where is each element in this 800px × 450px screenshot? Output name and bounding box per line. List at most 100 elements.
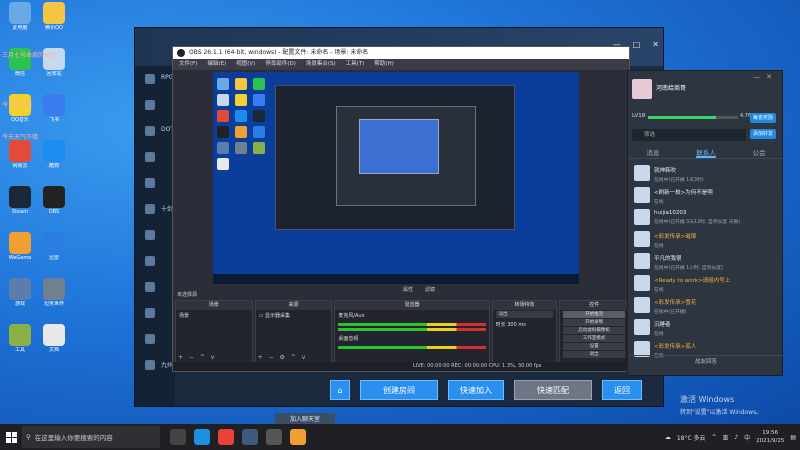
preview-nested-window-3 [359,119,439,174]
sidebar-item-shijian[interactable]: 十剑 [135,196,175,222]
game-icon[interactable] [290,429,306,445]
sources-dock-toolbar[interactable]: + − ⚙ ^ v [258,354,308,361]
preview-app-icon [217,110,229,122]
task-view-icon[interactable] [170,429,186,445]
sidebar-item-4[interactable] [135,144,175,170]
desktop-icon[interactable]: 此电脑 [2,2,38,42]
start-recording-button[interactable]: 开始录制 [563,319,625,326]
clock[interactable]: 19:56 2021/9/25 [756,429,784,445]
exit-button[interactable]: 退出 [563,351,625,358]
settings-button[interactable]: 设置 [563,343,625,350]
obs-menu-item[interactable]: 场景集合(S) [306,59,336,70]
tab-messages[interactable]: 消息 [646,147,659,158]
weather-text[interactable]: 18°C 多云 [677,433,706,442]
ime-indicator[interactable]: 中 [744,433,750,442]
list-item[interactable]: huijia10203 在线中(已开播 3天12时, 自然长度 天数) [628,207,784,229]
duration-input[interactable]: 300 ms [507,322,526,328]
obs-menu-item[interactable]: 停靠部件(D) [265,59,296,70]
studio-mode-button[interactable]: 工作室模式 [563,335,625,342]
list-item[interactable]: <彩发传承>雪花 在线中(已开播) [628,295,784,317]
desktop-icon[interactable]: 飞书 [36,94,72,134]
minimize-icon[interactable]: — [753,73,766,81]
mixer-meter-2[interactable] [338,328,486,331]
sidebar-item-10[interactable] [135,300,175,326]
obs-menu-item[interactable]: 工具(T) [346,59,365,70]
desktop-icon[interactable]: 网易云 [2,140,38,180]
edge-icon[interactable] [194,429,210,445]
obs-window[interactable]: OBS 26.1.1 (64-bit, windows) - 配置文件: 未命名… [172,46,630,372]
start-streaming-button[interactable]: 开始推流 [563,311,625,318]
volume-icon[interactable]: ♪ [734,434,738,441]
search-input[interactable]: 筛选 [632,129,746,141]
desktop-icon[interactable]: 工具 [2,324,38,364]
sidebar-item-2[interactable] [135,92,175,118]
obs-docks: 场景 场景 + − ^ v 来源 ▭ 显示器采集 + − ⚙ ^ v 混音器 麦… [173,300,631,364]
desktop-icon[interactable]: 文档 [36,324,72,364]
close-icon[interactable]: ✕ [652,40,659,49]
sidebar-item-jiuzhou[interactable]: 九州 [135,352,175,378]
source-item[interactable]: ▭ 显示器采集 [256,310,332,321]
desktop-icon[interactable]: 坦克世界 [36,278,72,318]
chevron-up-icon[interactable]: ^ [712,434,717,441]
filters-tab[interactable]: 滤镜 [425,286,435,296]
app-icon [9,232,31,254]
virtual-camera-button[interactable]: 启动虚拟摄像机 [563,327,625,334]
back-button[interactable]: 返回 [602,380,642,400]
list-item[interactable]: <Ready to work>请组内号上 在线 [628,273,784,295]
notification-icon[interactable]: ▤ [790,434,796,441]
tab-guild[interactable]: 公会 [753,147,766,158]
chrome-icon[interactable] [218,429,234,445]
transition-select[interactable]: 淡出 [495,311,554,318]
sidebar-item-8[interactable] [135,248,175,274]
mixer-meter-3[interactable] [338,346,486,349]
quick-match-button[interactable]: 快速匹配 [514,380,592,400]
properties-tab[interactable]: 属性 [403,286,413,296]
mixer-meter-1[interactable] [338,323,486,326]
home-icon[interactable]: ⌂ [330,380,350,400]
desktop-icon[interactable]: 迅雷 [36,232,72,272]
list-item[interactable]: 沉睡者 在线 [628,317,784,339]
network-icon[interactable]: ▥ [723,434,729,441]
tab-contacts[interactable]: 联系人 [696,147,716,158]
desktop-icon[interactable]: 腾讯QQ [36,2,72,42]
sidebar-item-rpg[interactable]: RPG [135,66,175,92]
list-item[interactable]: 平凡的我很 在线中(已开播 1小时, 自然长度) [628,251,784,273]
friend-name: <彩发传承>孤人 [654,344,697,350]
sidebar-item-7[interactable] [135,222,175,248]
obs-menu-item[interactable]: 帮助(H) [374,59,393,70]
desktop-icon[interactable]: 酷狗 [36,140,72,180]
close-icon[interactable]: ✕ [766,73,778,81]
list-item[interactable]: <刷新一枚>为何不是啊 在线 [628,185,784,207]
obs-preview[interactable] [213,72,579,284]
desktop-icon[interactable]: 游戏 [2,278,38,318]
scenes-dock-toolbar[interactable]: + − ^ v [178,354,216,361]
desktop-icon[interactable]: OBS [36,186,72,226]
scene-item[interactable]: 场景 [176,310,252,321]
create-room-button[interactable]: 创建房间 [360,380,438,400]
list-item[interactable]: 就神韩吹 在线中(已开播 1天3时) [628,163,784,185]
steam-icon[interactable] [242,429,258,445]
sidebar-item-11[interactable] [135,326,175,352]
chat-footer-button[interactable]: 战友回答 [628,355,784,367]
taskbar-search[interactable]: ⚲ 在这里输入你要搜索的内容 [22,426,160,448]
quick-join-button[interactable]: 快速加入 [448,380,504,400]
obs-menu-item[interactable]: 视图(V) [236,59,255,70]
daily-reward-button[interactable]: 每省奖励 [750,113,776,123]
avatar[interactable] [632,79,652,99]
obs-menu-item[interactable]: 文件(F) [179,59,197,70]
maximize-icon[interactable]: □ [633,40,641,49]
add-friend-button[interactable]: 添加好友 [750,129,776,139]
sidebar-item-9[interactable] [135,274,175,300]
preview-app-icon [253,78,265,90]
list-item[interactable]: <彩发传承>璀璨 在线 [628,229,784,251]
obs-icon[interactable] [266,429,282,445]
sidebar-item-5[interactable] [135,170,175,196]
start-button[interactable] [0,424,22,450]
desktop-icon[interactable]: Steam [2,186,38,226]
chat-window-controls[interactable]: —✕ [753,73,778,81]
chat-panel[interactable]: 河南给商哥 —✕ LV18 4.76% 每省奖励 添加好友 筛选 消息 联系人 … [627,70,784,376]
desktop-icon[interactable]: WeGame [2,232,38,272]
sidebar-item-dota[interactable]: DOTA [135,118,178,144]
level-label: LV18 [632,113,646,119]
obs-menu-item[interactable]: 编辑(E) [207,59,226,70]
